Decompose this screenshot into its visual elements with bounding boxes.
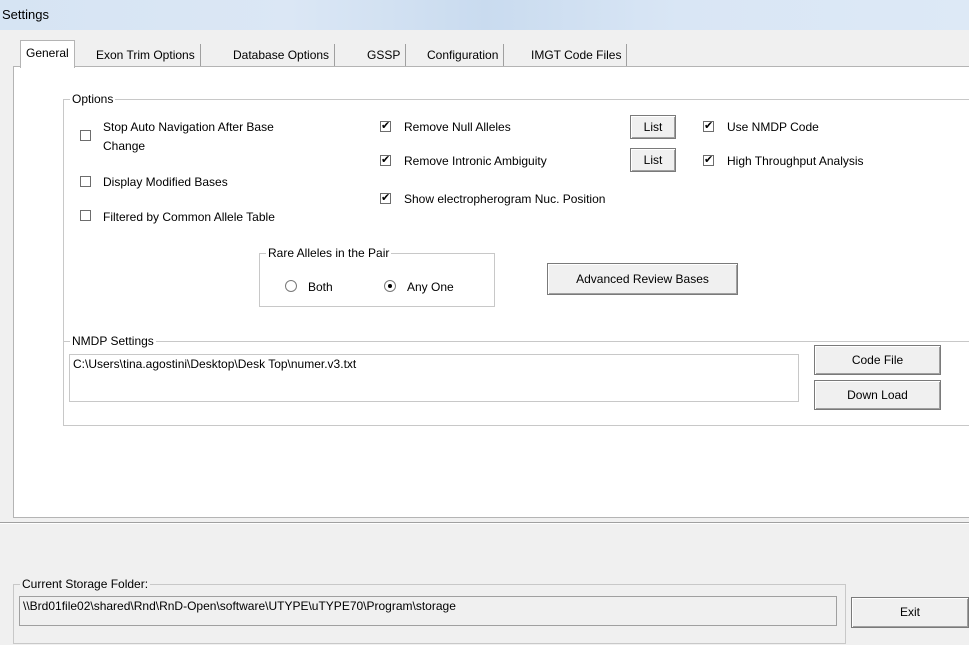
rare-alleles-any-one-label: Any One: [407, 280, 454, 294]
display-modified-bases-checkbox[interactable]: [80, 176, 91, 187]
general-tab-panel: Options Stop Auto Navigation After Base …: [13, 66, 969, 518]
exit-button[interactable]: Exit: [851, 597, 969, 628]
check-mark-icon: ✔: [704, 120, 714, 132]
remove-intronic-ambiguity-checkbox[interactable]: ✔: [380, 155, 391, 166]
stop-auto-navigation-checkbox[interactable]: [80, 130, 91, 141]
radio-selected-dot: [388, 284, 392, 288]
check-mark-icon: ✔: [381, 192, 391, 204]
check-mark-icon: ✔: [381, 120, 391, 132]
remove-null-alleles-checkbox[interactable]: ✔: [380, 121, 391, 132]
window-title: Settings: [2, 7, 49, 22]
rare-alleles-group-label: Rare Alleles in the Pair: [266, 246, 392, 260]
check-mark-icon: ✔: [704, 154, 714, 166]
rare-alleles-both-label: Both: [308, 280, 333, 294]
rare-alleles-group: Rare Alleles in the Pair: [259, 246, 495, 307]
code-file-button[interactable]: Code File: [814, 345, 941, 375]
show-electropherogram-checkbox[interactable]: ✔: [380, 193, 391, 204]
tab-general[interactable]: General: [20, 40, 75, 68]
show-electropherogram-label: Show electropherogram Nuc. Position: [404, 192, 606, 206]
null-alleles-list-button[interactable]: List: [630, 115, 676, 139]
download-button[interactable]: Down Load: [814, 380, 941, 410]
use-nmdp-code-checkbox[interactable]: ✔: [703, 121, 714, 132]
nmdp-code-file-path: C:\Users\tina.agostini\Desktop\Desk Top\…: [69, 354, 799, 402]
check-mark-icon: ✔: [381, 154, 391, 166]
advanced-review-bases-button[interactable]: Advanced Review Bases: [547, 263, 738, 295]
remove-intronic-ambiguity-label: Remove Intronic Ambiguity: [404, 154, 547, 168]
title-bar: Settings: [0, 0, 969, 30]
use-nmdp-code-label: Use NMDP Code: [727, 120, 819, 134]
tab-database-options[interactable]: Database Options: [228, 44, 336, 66]
display-modified-bases-label: Display Modified Bases: [103, 175, 228, 189]
rare-alleles-any-one-radio[interactable]: [384, 280, 396, 292]
storage-folder-group-label: Current Storage Folder:: [20, 577, 151, 591]
rare-alleles-both-radio[interactable]: [285, 280, 297, 292]
bottom-separator: [0, 522, 969, 524]
stop-auto-navigation-label-cont: Change: [103, 139, 146, 153]
tab-imgt-code-files[interactable]: IMGT Code Files: [526, 44, 628, 66]
tab-gssp[interactable]: GSSP: [362, 44, 407, 66]
remove-null-alleles-label: Remove Null Alleles: [404, 120, 511, 134]
filtered-common-allele-label: Filtered by Common Allele Table: [103, 210, 275, 224]
options-group-label: Options: [70, 92, 116, 106]
high-throughput-analysis-label: High Throughput Analysis: [727, 154, 864, 168]
storage-folder-path: \\Brd01file02\shared\Rnd\RnD-Open\softwa…: [19, 596, 837, 626]
tab-exon-trim-options[interactable]: Exon Trim Options: [91, 44, 201, 66]
stop-auto-navigation-label: Stop Auto Navigation After Base: [103, 120, 274, 134]
filtered-common-allele-checkbox[interactable]: [80, 210, 91, 221]
nmdp-settings-group-label: NMDP Settings: [70, 334, 156, 348]
high-throughput-analysis-checkbox[interactable]: ✔: [703, 155, 714, 166]
tab-configuration[interactable]: Configuration: [422, 44, 505, 66]
intronic-ambiguity-list-button[interactable]: List: [630, 148, 676, 172]
